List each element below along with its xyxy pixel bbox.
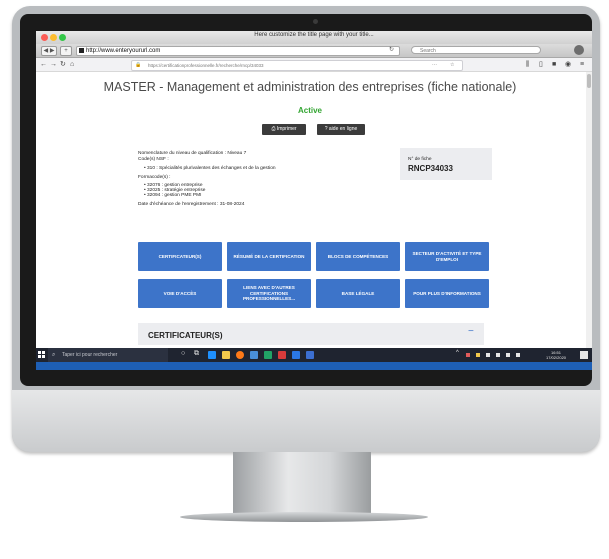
word-icon[interactable] <box>292 351 300 359</box>
status-badge: Active <box>297 106 322 115</box>
window-title: Here customize the title page with your … <box>254 32 374 38</box>
page-title: MASTER - Management et administration de… <box>103 80 517 94</box>
tray-icon[interactable] <box>466 353 470 357</box>
print-label: Imprimer <box>276 126 297 132</box>
formacode-item: • 32094 : gestion PME PMI <box>144 193 202 198</box>
sidebar-icon[interactable]: ▯ <box>539 60 543 69</box>
battery-icon[interactable] <box>496 353 500 357</box>
scrollbar[interactable] <box>586 72 592 348</box>
outlook-icon[interactable] <box>306 351 314 359</box>
task-view-icon[interactable]: ⧉ <box>194 350 199 358</box>
scrollbar-thumb[interactable] <box>587 74 591 88</box>
screen: Here customize the title page with your … <box>36 31 592 370</box>
tray-icon[interactable] <box>476 353 480 357</box>
mac-search-field[interactable]: Search <box>411 46 541 54</box>
mail-icon[interactable] <box>250 351 258 359</box>
cortana-icon[interactable]: ○ <box>181 350 185 357</box>
lock-icon: 🔒 <box>135 62 142 68</box>
nsf-item: • 310 : Spécialités plurivalentes des éc… <box>144 166 276 171</box>
web-page: MASTER - Management et administration de… <box>36 72 592 348</box>
page-actions-icon[interactable]: ⋯ <box>432 61 437 70</box>
forward-icon[interactable]: → <box>50 60 57 69</box>
network-icon[interactable] <box>506 353 510 357</box>
reload-icon[interactable]: ↻ <box>389 46 394 53</box>
add-tab-button[interactable]: + <box>60 46 72 56</box>
mac-url-field[interactable]: http://www.enteryoururl.com ↻ <box>76 46 400 56</box>
deadline-line: Date d'échéance de l'enregistrement : 31… <box>138 202 245 207</box>
notifications-icon[interactable] <box>580 351 588 359</box>
window-titlebar: Here customize the title page with your … <box>36 31 592 44</box>
collapse-toggle[interactable]: − <box>468 326 474 337</box>
url-bar[interactable]: 🔒 https://certificationprofessionnelle.f… <box>131 60 463 71</box>
back-forward-icon[interactable]: ◀ ▶ <box>41 46 57 56</box>
tile-base-legale[interactable]: BASE LÉGALE <box>316 279 400 308</box>
camera <box>313 19 318 24</box>
fiche-number: RNCP34033 <box>408 164 453 173</box>
account-icon[interactable]: ◉ <box>565 60 571 69</box>
windows-start-icon[interactable] <box>38 351 46 359</box>
mac-url-text: http://www.enteryoururl.com <box>86 48 161 54</box>
nsf-item-text: 310 : Spécialités plurivalentes des écha… <box>147 166 276 171</box>
app-icon[interactable] <box>278 351 286 359</box>
monitor-foot <box>180 512 428 522</box>
tile-voie-acces[interactable]: VOIE D'ACCÈS <box>138 279 222 308</box>
menu-icon[interactable]: ≡ <box>580 60 584 69</box>
help-label: aide en ligne <box>328 126 358 132</box>
reload-icon[interactable]: ↻ <box>60 60 66 69</box>
home-icon[interactable]: ⌂ <box>70 60 74 69</box>
chevron-up-icon[interactable]: ^ <box>456 350 459 356</box>
extension-icon[interactable]: ■ <box>552 60 556 69</box>
firefox-icon[interactable] <box>236 351 244 359</box>
mac-address-row: ◀ ▶ + http://www.enteryoururl.com ↻ Sear… <box>36 44 592 58</box>
volume-icon[interactable] <box>516 353 520 357</box>
page-icon <box>79 48 84 53</box>
certificateurs-section[interactable]: CERTIFICATEUR(S) − <box>138 323 484 345</box>
formacode-label: Formacode(s) : <box>138 175 171 180</box>
file-explorer-icon[interactable] <box>222 351 230 359</box>
tile-resume[interactable]: RÉSUMÉ DE LA CERTIFICATION <box>227 242 311 271</box>
url-text: https://certificationprofessionnelle.fr/… <box>148 63 264 68</box>
back-icon[interactable]: ← <box>40 60 47 69</box>
tile-blocs[interactable]: BLOCS DE COMPÉTENCES <box>316 242 400 271</box>
fiche-box: N° de fiche RNCP34033 <box>400 148 492 180</box>
monitor-chin <box>12 390 600 452</box>
cloud-icon[interactable] <box>486 353 490 357</box>
fiche-label: N° de fiche <box>408 157 432 162</box>
taskbar-search[interactable]: ⌕ Taper ici pour rechercher <box>48 348 168 362</box>
tile-liens[interactable]: LIENS AVEC D'AUTRES CERTIFICATIONS PROFE… <box>227 279 311 308</box>
tile-secteur[interactable]: SECTEUR D'ACTIVITÉ ET TYPE D'EMPLOI <box>405 242 489 271</box>
settings-icon[interactable] <box>574 45 584 55</box>
tile-plus-infos[interactable]: POUR PLUS D'INFORMATIONS <box>405 279 489 308</box>
firefox-toolbar: ← → ↻ ⌂ 🔒 https://certificationprofessio… <box>36 58 592 72</box>
screen-bottom-strip <box>36 362 592 370</box>
monitor-stand <box>233 452 371 514</box>
clock[interactable]: 16:51 17/02/2020 <box>546 350 566 360</box>
section-title: CERTIFICATEUR(S) <box>148 331 223 340</box>
taskbar: ⌕ Taper ici pour rechercher ○ ⧉ ^ 16:51 … <box>36 348 592 362</box>
taskbar-search-placeholder: Taper ici pour rechercher <box>62 352 118 358</box>
help-button[interactable]: ? aide en ligne <box>317 124 365 135</box>
search-icon: ⌕ <box>52 352 56 358</box>
nsf-label: Code(s) NSF : <box>138 157 169 162</box>
excel-icon[interactable] <box>264 351 272 359</box>
bookmark-star-icon[interactable]: ☆ <box>450 61 454 70</box>
library-icon[interactable]: ⫼ <box>526 60 529 69</box>
print-button[interactable]: ⎙ Imprimer <box>262 124 306 135</box>
clock-date: 17/02/2020 <box>546 355 567 360</box>
edge-icon[interactable] <box>208 351 216 359</box>
tile-certificateurs[interactable]: CERTIFICATEUR(S) <box>138 242 222 271</box>
formacode-item-text: 32094 : gestion PME PMI <box>147 193 202 198</box>
